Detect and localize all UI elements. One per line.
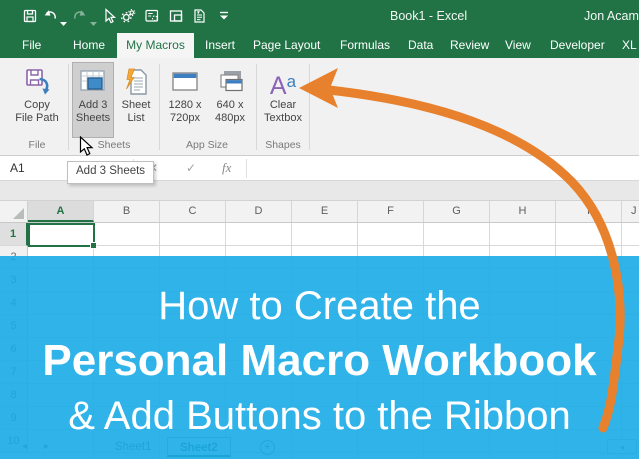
spacer-strip <box>0 181 639 201</box>
tab-page-layout[interactable]: Page Layout <box>253 38 320 52</box>
tab-data[interactable]: Data <box>408 38 433 52</box>
mouse-cursor <box>79 136 94 157</box>
window-title: Book1 - Excel <box>390 9 467 23</box>
app-size-640-button[interactable]: 640 x 480px <box>209 62 251 138</box>
window-icon[interactable] <box>168 8 184 24</box>
form-settings-icon[interactable] <box>144 8 160 24</box>
group-label-shapes: Shapes <box>261 139 305 151</box>
floppy-copy-path-icon <box>22 67 52 97</box>
save-icon[interactable] <box>22 8 38 24</box>
column-header-j[interactable]: J <box>622 201 639 222</box>
enter-icon[interactable]: ✓ <box>186 161 196 175</box>
sheet-list-doc-icon <box>121 67 151 97</box>
insert-function-icon[interactable]: fx <box>222 160 231 176</box>
tab-formulas[interactable]: Formulas <box>340 38 390 52</box>
app-size-1280-button[interactable]: 1280 x 720px <box>163 62 207 138</box>
column-headers: A B C D E F G H I J <box>0 201 639 223</box>
add-sheets-grid-icon <box>78 67 108 97</box>
customize-chevron-icon[interactable] <box>216 8 232 24</box>
tab-file[interactable]: File <box>22 38 41 52</box>
pointer-icon[interactable] <box>101 8 117 24</box>
active-cell-selection <box>28 223 95 247</box>
sheet-list-button[interactable]: Sheet List <box>116 62 156 138</box>
group-divider <box>68 64 69 150</box>
macro-gears-icon[interactable] <box>120 8 136 24</box>
tab-xl[interactable]: XL <box>622 38 637 52</box>
title-bar: Book1 - Excel Jon Acamp <box>0 0 639 32</box>
tab-view[interactable]: View <box>505 38 531 52</box>
group-label-app-size: App Size <box>163 139 251 151</box>
banner-line-2: Personal Macro Workbook <box>0 336 639 386</box>
textbox-Aa-icon: Aa <box>268 67 298 97</box>
clear-textbox-button[interactable]: Aa Clear Textbox <box>261 62 305 138</box>
banner-line-3: & Add Buttons to the Ribbon <box>0 394 639 439</box>
column-header-g[interactable]: G <box>424 201 490 222</box>
tab-insert[interactable]: Insert <box>205 38 235 52</box>
tab-home[interactable]: Home <box>73 38 105 52</box>
group-label-file: File <box>10 139 64 151</box>
tab-my-macros[interactable]: My Macros <box>117 38 194 52</box>
fill-handle[interactable] <box>91 243 96 248</box>
undo-dropdown-icon[interactable] <box>60 14 67 19</box>
row-header-1[interactable]: 1 <box>0 223 28 246</box>
column-header-c[interactable]: C <box>160 201 226 222</box>
banner-line-1: How to Create the <box>0 284 639 329</box>
window-large-icon <box>170 67 200 97</box>
tab-review[interactable]: Review <box>450 38 489 52</box>
group-divider <box>309 64 310 150</box>
ribbon-tab-row: File Home My Macros Insert Page Layout F… <box>0 32 639 58</box>
copy-file-path-button[interactable]: Copy File Path <box>10 62 64 138</box>
column-header-d[interactable]: D <box>226 201 292 222</box>
undo-icon[interactable] <box>42 8 58 24</box>
group-divider <box>256 64 257 150</box>
column-header-a[interactable]: A <box>28 201 94 222</box>
redo-icon[interactable] <box>72 8 88 24</box>
divider <box>246 159 247 178</box>
window-stack-icon <box>215 67 245 97</box>
group-divider <box>159 64 160 150</box>
tooltip-add-3-sheets: Add 3 Sheets <box>67 161 154 184</box>
document-lines-icon[interactable] <box>191 8 207 24</box>
name-box[interactable]: A1 <box>10 161 25 175</box>
excel-window: Book1 - Excel Jon Acamp File Home My Mac… <box>0 0 639 459</box>
column-header-e[interactable]: E <box>292 201 358 222</box>
redo-dropdown-icon[interactable] <box>90 14 97 19</box>
column-header-b[interactable]: B <box>94 201 160 222</box>
ribbon: Copy File Path File Add 3 Sheets Sheet L… <box>0 58 639 156</box>
tab-developer[interactable]: Developer <box>550 38 605 52</box>
add-3-sheets-button[interactable]: Add 3 Sheets <box>72 62 114 138</box>
select-all-corner[interactable] <box>0 201 28 222</box>
column-header-i[interactable]: I <box>556 201 622 222</box>
column-header-f[interactable]: F <box>358 201 424 222</box>
column-header-h[interactable]: H <box>490 201 556 222</box>
account-user-name[interactable]: Jon Acamp <box>584 9 639 23</box>
